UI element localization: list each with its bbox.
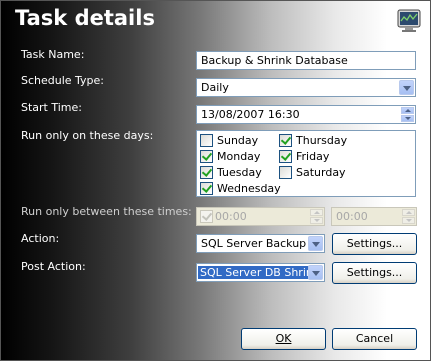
post-action-value: SQL Server DB Shrink bbox=[198, 266, 322, 279]
time-from-checkbox[interactable] bbox=[200, 210, 213, 223]
spin-up-icon[interactable] bbox=[310, 209, 323, 216]
action-label: Action: bbox=[21, 232, 60, 245]
saturday-label: Saturday bbox=[296, 166, 346, 179]
thursday-label: Thursday bbox=[296, 134, 348, 147]
sunday-checkbox[interactable] bbox=[200, 134, 213, 147]
schedule-type-value: Daily bbox=[201, 81, 229, 94]
chevron-down-icon[interactable] bbox=[308, 265, 323, 280]
run-days-label: Run only on these days: bbox=[21, 129, 154, 142]
wednesday-label: Wednesday bbox=[217, 182, 281, 195]
time-from-spinner[interactable] bbox=[310, 209, 323, 224]
start-time-picker[interactable]: 13/08/2007 16:30 bbox=[196, 105, 416, 124]
task-details-dialog: Task details Task Name: Backup & Shrink … bbox=[0, 0, 431, 361]
ok-button[interactable]: OK bbox=[241, 328, 326, 350]
start-time-spinner[interactable] bbox=[401, 107, 414, 122]
spin-down-icon[interactable] bbox=[310, 217, 323, 224]
wednesday-checkbox[interactable] bbox=[200, 182, 213, 195]
cancel-button[interactable]: Cancel bbox=[332, 328, 417, 350]
monday-checkbox[interactable] bbox=[200, 150, 213, 163]
thursday-checkbox[interactable] bbox=[279, 134, 292, 147]
tuesday-label: Tuesday bbox=[217, 166, 262, 179]
spin-down-icon[interactable] bbox=[401, 115, 414, 122]
time-to-spinner[interactable] bbox=[402, 209, 415, 224]
tuesday-checkbox[interactable] bbox=[200, 166, 213, 179]
time-to-picker[interactable]: 00:00 bbox=[331, 207, 417, 226]
action-value: SQL Server Backup bbox=[201, 237, 307, 250]
spin-up-icon[interactable] bbox=[401, 107, 414, 114]
chevron-down-icon[interactable] bbox=[308, 236, 323, 251]
spin-up-icon[interactable] bbox=[402, 209, 415, 216]
schedule-type-label: Schedule Type: bbox=[21, 74, 105, 87]
task-name-input[interactable]: Backup & Shrink Database bbox=[196, 51, 416, 70]
post-action-label: Post Action: bbox=[21, 260, 86, 273]
monitor-icon bbox=[397, 9, 421, 32]
action-select[interactable]: SQL Server Backup bbox=[196, 234, 325, 253]
start-time-label: Start Time: bbox=[21, 101, 82, 114]
friday-checkbox[interactable] bbox=[279, 150, 292, 163]
sunday-label: Sunday bbox=[217, 134, 259, 147]
time-to-value: 00:00 bbox=[336, 210, 368, 223]
start-time-value: 13/08/2007 16:30 bbox=[201, 108, 300, 121]
schedule-type-select[interactable]: Daily bbox=[196, 78, 416, 97]
post-action-settings-button[interactable]: Settings... bbox=[332, 262, 417, 284]
time-from-picker[interactable]: 00:00 bbox=[196, 207, 325, 226]
action-settings-button[interactable]: Settings... bbox=[332, 233, 417, 255]
friday-label: Friday bbox=[296, 150, 330, 163]
saturday-checkbox[interactable] bbox=[279, 166, 292, 179]
post-action-select[interactable]: SQL Server DB Shrink bbox=[196, 263, 325, 282]
time-from-value: 00:00 bbox=[215, 210, 247, 223]
chevron-down-icon[interactable] bbox=[399, 80, 414, 95]
dialog-title: Task details bbox=[15, 6, 155, 30]
spin-down-icon[interactable] bbox=[402, 217, 415, 224]
run-between-label: Run only between these times: bbox=[21, 205, 192, 218]
days-checklist: Sunday Monday Tuesday Wednesday Thursday… bbox=[196, 130, 416, 197]
monday-label: Monday bbox=[217, 150, 261, 163]
task-name-label: Task Name: bbox=[21, 48, 85, 61]
